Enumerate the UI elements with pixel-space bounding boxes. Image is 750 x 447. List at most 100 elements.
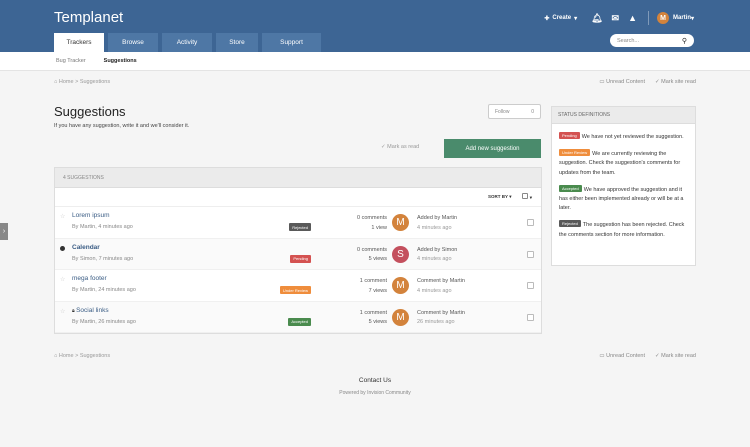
- avatar[interactable]: M: [392, 214, 409, 231]
- tab-store[interactable]: Store: [216, 33, 258, 52]
- breadcrumb-separator: >: [75, 79, 79, 85]
- avatar[interactable]: M: [656, 12, 669, 24]
- comment-count: 1 comment: [359, 309, 387, 316]
- widget-title: STATUS DEFINITIONS: [552, 107, 695, 124]
- comment-count: 0 comments: [357, 246, 387, 253]
- follow-count: 0: [531, 108, 534, 115]
- row-checkbox[interactable]: [527, 250, 534, 258]
- item-meta: By Martin, 24 minutes ago: [72, 287, 136, 293]
- contact-us-link[interactable]: Contact Us: [0, 377, 750, 384]
- list-item[interactable]: Calendar By Simon, 7 minutes ago Pending 0 …: [55, 238, 541, 270]
- breadcrumb-home[interactable]: Home: [59, 79, 74, 85]
- search-input[interactable]: Search... ⚲: [610, 34, 694, 47]
- view-count: 7 views: [368, 287, 387, 294]
- breadcrumb-home[interactable]: Home: [59, 353, 74, 359]
- status-badge: Accepted: [288, 317, 311, 326]
- status-definitions-widget: STATUS DEFINITIONS Pending We have not ye…: [551, 106, 696, 266]
- item-title-link[interactable]: Lorem ipsum: [72, 212, 110, 219]
- mark-as-read-button[interactable]: ✓ Mark as read: [381, 144, 419, 150]
- follow-button[interactable]: Follow 0: [488, 104, 541, 119]
- breadcrumb-links: ▭ Unread Content ✓ Mark site read: [599, 79, 696, 85]
- breadcrumb-bottom: ⌂ Home > Suggestions: [54, 353, 110, 359]
- mark-site-read-link[interactable]: ✓ Mark site read: [655, 79, 696, 85]
- last-activity-by: Added by Martin: [417, 215, 458, 221]
- plus-icon: ✚: [544, 15, 550, 22]
- user-menu[interactable]: Martin: [673, 15, 691, 21]
- tab-trackers[interactable]: Trackers: [54, 33, 104, 52]
- star-icon[interactable]: ☆: [60, 308, 65, 315]
- avatar[interactable]: S: [392, 245, 409, 263]
- add-suggestion-button[interactable]: Add new suggestion: [444, 139, 541, 158]
- star-icon[interactable]: ☆: [60, 213, 65, 220]
- item-title-link[interactable]: Calendar: [72, 244, 100, 251]
- star-icon[interactable]: ☆: [60, 276, 65, 283]
- home-icon: ⌂: [54, 79, 58, 85]
- unread-content-link[interactable]: ▭ Unread Content: [599, 79, 645, 85]
- last-activity: Added by Simon 4 minutes ago: [417, 246, 457, 265]
- unread-label: Unread Content: [606, 79, 645, 85]
- tab-activity[interactable]: Activity: [162, 33, 212, 52]
- envelope-icon[interactable]: ✉: [612, 13, 620, 23]
- sort-by-button[interactable]: SORT BY ▾: [488, 194, 511, 200]
- last-activity: Comment by Martin 4 minutes ago: [417, 277, 465, 296]
- tab-browse[interactable]: Browse: [108, 33, 158, 52]
- item-title: mega footer: [72, 275, 107, 282]
- breadcrumb-current[interactable]: Suggestions: [80, 79, 110, 85]
- warning-icon[interactable]: ▲: [628, 13, 637, 23]
- status-badge: Under Review: [279, 286, 311, 294]
- status-badge: Pending: [290, 254, 311, 263]
- list-item[interactable]: ☆ 🔒︎ Social links By Martin, 26 minutes ag…: [55, 301, 541, 333]
- select-all-checkbox[interactable]: ▾: [522, 193, 532, 201]
- avatar[interactable]: M: [392, 308, 409, 326]
- status-definition: Rejected The suggestion has been rejected…: [552, 220, 695, 239]
- item-stats: 0 comments 5 views: [335, 246, 387, 265]
- status-badge: Rejected: [289, 223, 311, 231]
- sort-label: SORT BY: [488, 194, 508, 199]
- row-checkbox[interactable]: [527, 219, 534, 226]
- search-placeholder: Search...: [617, 37, 640, 44]
- page-description: If you have any suggestion, write it and…: [54, 123, 190, 129]
- last-activity: Comment by Martin 26 minutes ago: [417, 309, 465, 328]
- subnav-suggestions[interactable]: Suggestions: [104, 58, 137, 64]
- last-activity-time: 26 minutes ago: [417, 319, 455, 325]
- unread-dot-icon[interactable]: [60, 245, 65, 251]
- comment-count: 0 comments: [357, 215, 387, 221]
- follow-label: Follow: [495, 108, 510, 115]
- avatar[interactable]: M: [392, 277, 409, 294]
- mark-site-read-link[interactable]: ✓ Mark site read: [655, 353, 696, 359]
- status-definition: Accepted We have approved the suggestion …: [552, 184, 695, 214]
- breadcrumb-current[interactable]: Suggestions: [80, 353, 110, 359]
- mark-site-label: Mark site read: [661, 79, 696, 85]
- last-activity-by: Comment by Martin: [417, 309, 465, 316]
- view-count: 5 views: [368, 319, 387, 325]
- item-title-link[interactable]: mega footer: [72, 275, 107, 282]
- status-definition: Pending We have not yet reviewed the sugg…: [552, 132, 695, 142]
- subnav-bug-tracker[interactable]: Bug Tracker: [56, 58, 86, 64]
- site-header: Templanet ✚ Create ▾ 🔔︎ ✉ ▲ M Martin ▾ Trac…: [0, 0, 750, 52]
- status-badge: Pending: [559, 132, 580, 139]
- sidebar-toggle-button[interactable]: ›: [0, 223, 8, 240]
- list-item[interactable]: ☆ Lorem ipsum By Martin, 4 minutes ago Reje…: [55, 207, 541, 239]
- create-menu[interactable]: ✚ Create ▾: [544, 15, 577, 22]
- status-badge: Rejected: [559, 220, 581, 228]
- check-icon: ✓: [381, 144, 386, 150]
- row-checkbox[interactable]: [527, 313, 534, 321]
- list-toolbar: SORT BY ▾ ▾: [55, 188, 541, 207]
- create-label: Create: [552, 15, 572, 21]
- last-activity-time: 4 minutes ago: [417, 287, 452, 294]
- item-stats: 1 comment 7 views: [335, 277, 387, 296]
- status-definition: Under Review We are currently reviewing t…: [552, 149, 695, 178]
- item-title-link[interactable]: 🔒︎ Social links: [72, 307, 109, 314]
- list-item[interactable]: ☆ mega footer By Martin, 24 minutes ago Und…: [55, 270, 541, 302]
- status-description: We have not yet reviewed the suggestion.: [581, 134, 684, 140]
- tab-support[interactable]: Support: [262, 33, 321, 52]
- page-title: Suggestions: [54, 104, 126, 119]
- search-icon[interactable]: ⚲: [682, 37, 687, 45]
- unread-content-link[interactable]: ▭ Unread Content: [599, 353, 645, 359]
- item-title: Lorem ipsum: [72, 212, 110, 219]
- item-meta: By Martin, 4 minutes ago: [72, 224, 133, 230]
- row-checkbox[interactable]: [527, 282, 534, 289]
- site-logo[interactable]: Templanet: [54, 9, 123, 26]
- sub-nav: Bug Tracker Suggestions: [0, 52, 750, 71]
- bell-icon[interactable]: 🔔︎: [591, 13, 602, 23]
